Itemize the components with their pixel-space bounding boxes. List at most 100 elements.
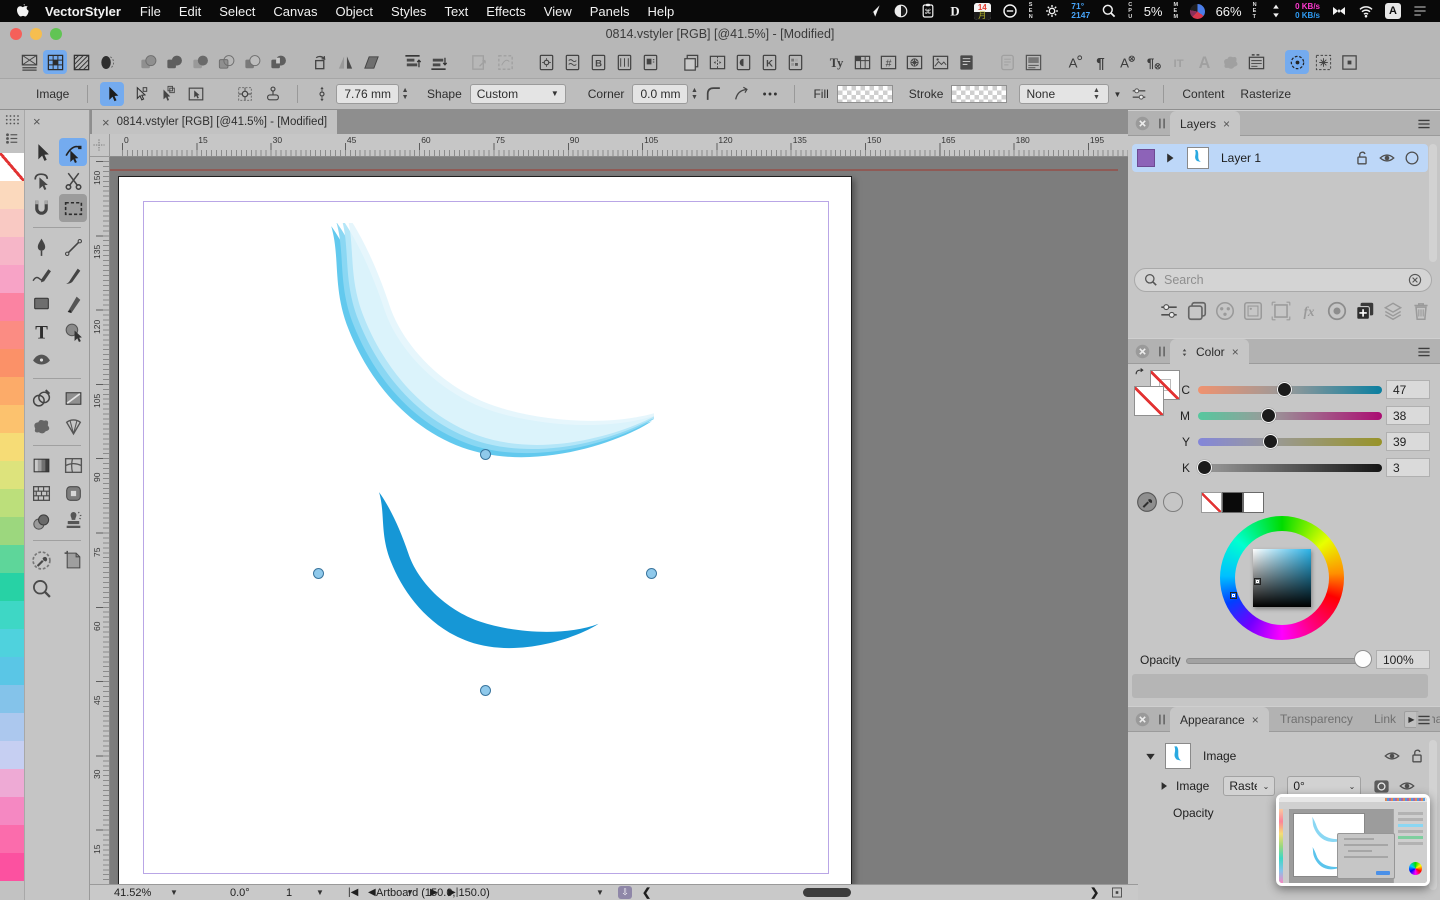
paste-transform-icon[interactable] [261, 82, 285, 106]
corner-stepper[interactable]: ▲▼ [688, 84, 700, 104]
linkmove-icon[interactable] [467, 50, 491, 74]
stroke-swatch[interactable] [951, 85, 1007, 103]
blockdoc-icon[interactable] [954, 50, 978, 74]
sliders2-button[interactable] [1158, 300, 1180, 322]
line-tool[interactable] [59, 233, 87, 261]
bool2-icon[interactable] [162, 50, 186, 74]
swatch-color-10[interactable] [0, 433, 24, 461]
fx-button[interactable]: fx [1298, 300, 1320, 322]
network-rates[interactable]: 0 KB/s0 KB/s [1295, 2, 1320, 20]
trash-button[interactable] [1410, 300, 1432, 322]
slider-handle-C[interactable] [1277, 382, 1292, 397]
rubydoc-icon[interactable] [1244, 50, 1268, 74]
artboard-icon[interactable] [17, 50, 41, 74]
poff-icon[interactable]: ¶ [1140, 50, 1164, 74]
imgframe-button[interactable] [1242, 300, 1264, 322]
tyicon-icon[interactable]: Ty [824, 50, 848, 74]
swatch-color-11[interactable] [0, 461, 24, 489]
layerstack-button[interactable] [1382, 300, 1404, 322]
brush-tool[interactable] [59, 261, 87, 289]
stardoc-icon[interactable] [902, 50, 926, 74]
color-mode-toggle-icon[interactable] [1180, 346, 1189, 359]
panel-close-icon[interactable] [1134, 343, 1151, 360]
circles3-button[interactable] [1214, 300, 1236, 322]
opacity-value[interactable]: 100% [1376, 650, 1430, 669]
panel-drag-handle[interactable] [1155, 712, 1169, 727]
notes-icon[interactable] [995, 50, 1019, 74]
appearance-visibility-icon[interactable] [1383, 747, 1401, 765]
menu-object[interactable]: Object [326, 4, 382, 19]
gradient-preview-bar[interactable] [1132, 674, 1428, 698]
crop-tool[interactable] [59, 546, 87, 574]
search-icon[interactable] [1101, 3, 1117, 19]
artboard-dropdown[interactable]: ▼ [596, 886, 604, 900]
hashdoc-icon[interactable]: # [876, 50, 900, 74]
camera-button[interactable] [1326, 300, 1348, 322]
shape-select[interactable]: Custom▼ [470, 84, 566, 104]
flip-icon[interactable] [333, 50, 357, 74]
doccols-icon[interactable] [612, 50, 636, 74]
effect-visibility-icon[interactable] [1398, 777, 1416, 795]
docpages-icon[interactable] [638, 50, 662, 74]
bool5-icon[interactable] [240, 50, 264, 74]
direct-select-button[interactable] [128, 82, 152, 106]
temp-widget[interactable]: 71°2147 [1071, 2, 1090, 20]
aoff-icon[interactable]: A [1114, 50, 1138, 74]
swatch-none[interactable] [0, 153, 24, 181]
mask-icon[interactable] [1371, 777, 1392, 796]
bool3-icon[interactable] [188, 50, 212, 74]
layer-select-button[interactable] [156, 82, 180, 106]
tabledoc-icon[interactable] [850, 50, 874, 74]
swatch-color-4[interactable] [0, 265, 24, 293]
swatch-color-14[interactable] [0, 545, 24, 573]
page-number[interactable]: 1 [286, 886, 292, 900]
slider-handle-K[interactable] [1197, 460, 1212, 475]
swatch-color-24[interactable] [0, 825, 24, 853]
panel-menu-icon[interactable] [1416, 344, 1432, 360]
tab-color[interactable]: Color× [1170, 339, 1249, 365]
swatch-color-17[interactable] [0, 629, 24, 657]
menu-text[interactable]: Text [435, 4, 477, 19]
itm-icon[interactable]: IT [1166, 50, 1190, 74]
calligraphy-tool[interactable] [59, 289, 87, 317]
panel-close-icon[interactable] [1134, 711, 1151, 728]
selection-handle-bottom[interactable] [480, 685, 491, 696]
docpal-icon[interactable] [783, 50, 807, 74]
swatch-color-20[interactable] [0, 713, 24, 741]
select-tool[interactable] [27, 138, 55, 166]
panel-menu-icon[interactable] [1416, 712, 1432, 728]
layer-disclosure-icon[interactable] [1163, 151, 1177, 165]
opacity-slider[interactable] [1186, 658, 1368, 664]
no-color-circle[interactable] [1163, 492, 1183, 512]
saturation-square[interactable] [1253, 549, 1311, 607]
blob-tool[interactable] [27, 412, 55, 440]
tab-close-icon[interactable]: × [1223, 117, 1230, 131]
afont-icon[interactable]: A [1192, 50, 1216, 74]
bowtie-icon[interactable] [1331, 3, 1347, 19]
net-arrows-icon[interactable] [1268, 3, 1284, 19]
clipboard-icon[interactable]: ⌘ [920, 3, 936, 19]
swatch-color-25[interactable] [0, 853, 24, 881]
eyedrop-tool[interactable] [27, 546, 55, 574]
swatch-white[interactable] [1243, 492, 1264, 513]
addnew-button[interactable] [1354, 300, 1376, 322]
devon-icon[interactable]: D [947, 3, 963, 19]
swatch-black[interactable] [1222, 492, 1243, 513]
cpu-value[interactable]: 5% [1144, 4, 1163, 19]
magnet-tool[interactable] [27, 194, 55, 222]
swatch-color-22[interactable] [0, 769, 24, 797]
eyedropper-icon[interactable] [1136, 491, 1158, 513]
swatch-color-23[interactable] [0, 797, 24, 825]
width-field[interactable]: 7.76 mm [336, 84, 399, 104]
document-tab[interactable]: × 0814.vstyler [RGB] [@41.5%] - [Modifie… [92, 110, 337, 134]
bool4-icon[interactable] [214, 50, 238, 74]
snapbox-icon[interactable] [1337, 50, 1361, 74]
tab-appearance[interactable]: Appearance× [1170, 707, 1269, 733]
selection-handle-top[interactable] [480, 449, 491, 460]
opacity-knob[interactable] [1354, 650, 1372, 668]
node-tool[interactable] [59, 138, 87, 166]
docsplit-icon[interactable] [705, 50, 729, 74]
rasterize-select[interactable]: Rasteriz⌄ [1223, 776, 1275, 796]
input-source-icon[interactable]: A [1385, 3, 1401, 19]
rotate-icon[interactable] [307, 50, 331, 74]
